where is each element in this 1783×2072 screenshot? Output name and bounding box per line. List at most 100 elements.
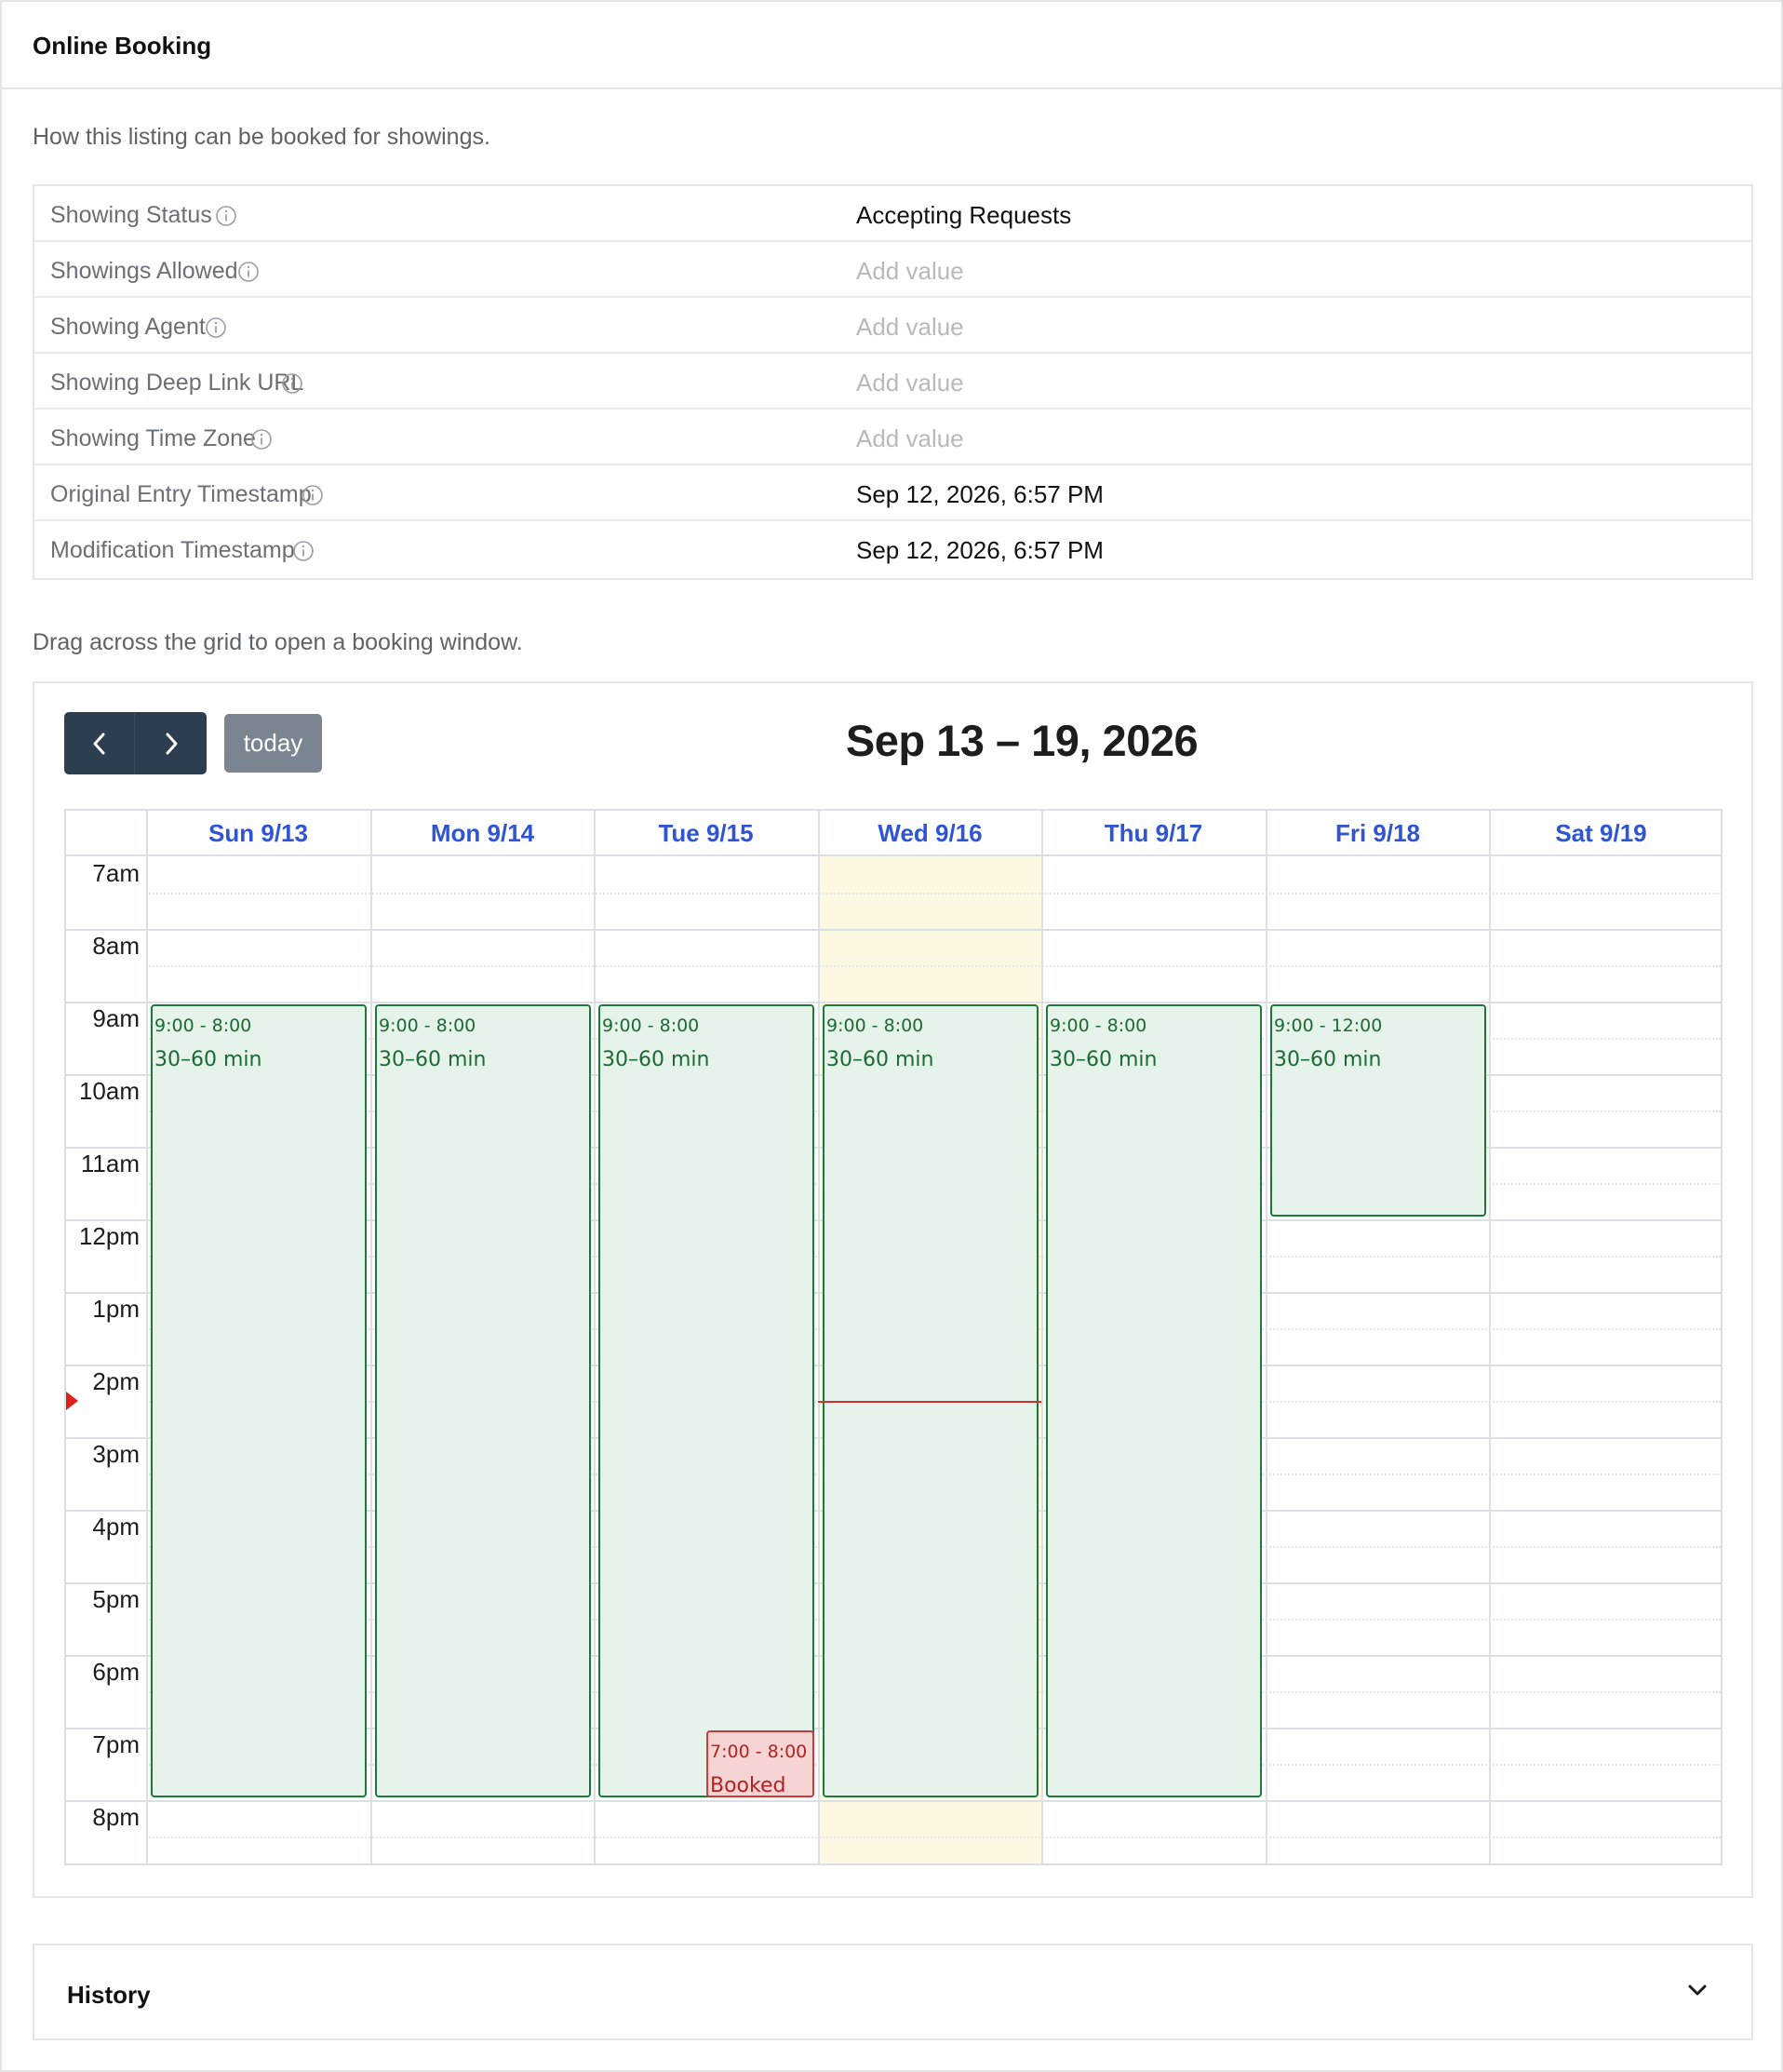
add-value-field[interactable]: Add value xyxy=(856,313,964,342)
week-grid[interactable]: Sun 9/13 Mon 9/14 Tue 9/15 Wed 9/16 Thu 9/17… xyxy=(64,809,1723,1865)
availability-event[interactable]: 9:00 - 8:00 30–60 min xyxy=(598,1004,814,1797)
info-icon[interactable] xyxy=(237,261,260,283)
property-label: Showing Time Zone xyxy=(50,425,256,451)
property-row: Showing Status Accepting Requests xyxy=(34,186,1751,242)
event-time: 9:00 - 12:00 xyxy=(1274,1016,1383,1036)
property-row: Modification Timestamp Sep 12, 2026, 6:57… xyxy=(34,521,1751,577)
day-header-row: Sun 9/13 Mon 9/14 Tue 9/15 Wed 9/16 Thu 9/17… xyxy=(66,811,1721,856)
property-label: Modification Timestamp xyxy=(50,537,295,563)
time-label: 12pm xyxy=(78,1222,140,1250)
event-title: 30–60 min xyxy=(602,1048,710,1071)
property-label: Showing Agent xyxy=(50,314,206,340)
property-label: Showings Allowed xyxy=(50,258,238,284)
day-column-divider xyxy=(1489,811,1491,1863)
time-label: 8pm xyxy=(92,1803,140,1831)
day-header[interactable]: Fri 9/18 xyxy=(1266,811,1490,856)
half-hour-gridline xyxy=(146,893,1721,895)
panel-header: Online Booking xyxy=(2,2,1781,89)
next-week-button[interactable] xyxy=(136,712,207,774)
hour-gridline xyxy=(66,1800,1721,1802)
history-title: History xyxy=(67,1981,151,2009)
availability-event[interactable]: 9:00 - 8:00 30–60 min xyxy=(375,1004,591,1797)
property-label: Showing Deep Link URL xyxy=(50,370,304,396)
event-time: 9:00 - 8:00 xyxy=(379,1016,476,1036)
day-header[interactable]: Tue 9/15 xyxy=(594,811,818,856)
time-label: 8am xyxy=(92,932,140,960)
add-value-field[interactable]: Add value xyxy=(856,369,964,397)
day-column-divider xyxy=(370,811,372,1863)
property-value: Sep 12, 2026, 6:57 PM xyxy=(856,480,1104,508)
time-label: 7pm xyxy=(92,1730,140,1758)
day-header[interactable]: Thu 9/17 xyxy=(1041,811,1266,856)
day-column-divider xyxy=(1041,811,1043,1863)
event-title: 30–60 min xyxy=(379,1048,487,1071)
time-label: 3pm xyxy=(92,1440,140,1468)
hour-gridline xyxy=(66,929,1721,931)
property-value: Sep 12, 2026, 6:57 PM xyxy=(856,536,1104,564)
event-title: 30–60 min xyxy=(1274,1048,1382,1071)
event-title: 30–60 min xyxy=(1050,1048,1158,1071)
info-icon[interactable] xyxy=(281,372,303,395)
day-header[interactable]: Wed 9/16 xyxy=(818,811,1042,856)
info-icon[interactable] xyxy=(302,484,324,506)
day-column-divider xyxy=(1266,811,1267,1863)
now-indicator-arrow xyxy=(66,1392,78,1410)
properties-table: Showing Status Accepting Requests Showings… xyxy=(33,184,1753,580)
property-row: Showings Allowed Add value xyxy=(34,242,1751,298)
event-time: 9:00 - 8:00 xyxy=(826,1016,924,1036)
event-time: 7:00 - 8:00 xyxy=(710,1742,808,1762)
add-value-field[interactable]: Add value xyxy=(856,424,964,453)
day-header[interactable]: Sun 9/13 xyxy=(146,811,370,856)
time-label: 6pm xyxy=(92,1658,140,1686)
property-label: Showing Status xyxy=(50,202,212,228)
event-time: 9:00 - 8:00 xyxy=(1050,1016,1147,1036)
info-icon[interactable] xyxy=(250,428,273,451)
time-label: 5pm xyxy=(92,1585,140,1613)
nav-button-group xyxy=(64,712,207,774)
hour-gridline xyxy=(66,1002,1721,1003)
time-label: 11am xyxy=(80,1150,140,1177)
event-title: Booked xyxy=(710,1774,786,1797)
availability-event[interactable]: 9:00 - 12:00 30–60 min xyxy=(1270,1004,1486,1217)
half-hour-gridline xyxy=(146,1837,1721,1838)
today-button[interactable]: today xyxy=(224,714,322,773)
property-row: Showing Deep Link URL Add value xyxy=(34,354,1751,410)
half-hour-gridline xyxy=(146,965,1721,967)
availability-event[interactable]: 9:00 - 8:00 30–60 min xyxy=(151,1004,367,1797)
chevron-right-icon xyxy=(166,733,178,754)
booked-event[interactable]: 7:00 - 8:00 Booked xyxy=(706,1730,814,1797)
now-indicator-line xyxy=(818,1401,1041,1403)
day-column-divider xyxy=(818,811,820,1863)
info-icon[interactable] xyxy=(215,205,237,227)
calendar-hint: Drag across the grid to open a booking w… xyxy=(33,629,523,655)
time-label: 9am xyxy=(92,1004,140,1032)
day-column-divider xyxy=(146,811,148,1863)
day-column-divider xyxy=(594,811,596,1863)
calendar-range-title: Sep 13 – 19, 2026 xyxy=(845,716,1199,765)
prev-week-button[interactable] xyxy=(64,712,135,774)
info-icon[interactable] xyxy=(292,540,315,562)
property-row: Showing Agent Add value xyxy=(34,298,1751,354)
event-time: 9:00 - 8:00 xyxy=(602,1016,700,1036)
availability-event[interactable]: 9:00 - 8:00 30–60 min xyxy=(1046,1004,1262,1797)
event-title: 30–60 min xyxy=(154,1048,262,1071)
time-label: 10am xyxy=(78,1077,140,1105)
time-label: 4pm xyxy=(92,1513,140,1541)
chevron-down-icon[interactable] xyxy=(1686,1983,1709,1998)
property-value: Accepting Requests xyxy=(856,201,1072,229)
property-row: Showing Time Zone Add value xyxy=(34,410,1751,465)
time-label: 7am xyxy=(92,859,140,887)
online-booking-panel: Online Booking How this listing can be b… xyxy=(0,0,1783,2072)
panel-title: Online Booking xyxy=(33,32,212,60)
history-section[interactable]: History xyxy=(33,1944,1753,2040)
day-header[interactable]: Sat 9/19 xyxy=(1489,811,1713,856)
property-row: Original Entry Timestamp Sep 12, 2026, 6:… xyxy=(34,465,1751,521)
add-value-field[interactable]: Add value xyxy=(856,257,964,286)
panel-description: How this listing can be booked for showi… xyxy=(33,124,490,150)
info-icon[interactable] xyxy=(205,316,227,339)
time-label: 1pm xyxy=(92,1295,140,1323)
event-time: 9:00 - 8:00 xyxy=(154,1016,252,1036)
property-label: Original Entry Timestamp xyxy=(50,481,312,507)
event-title: 30–60 min xyxy=(826,1048,934,1071)
day-header[interactable]: Mon 9/14 xyxy=(370,811,595,856)
